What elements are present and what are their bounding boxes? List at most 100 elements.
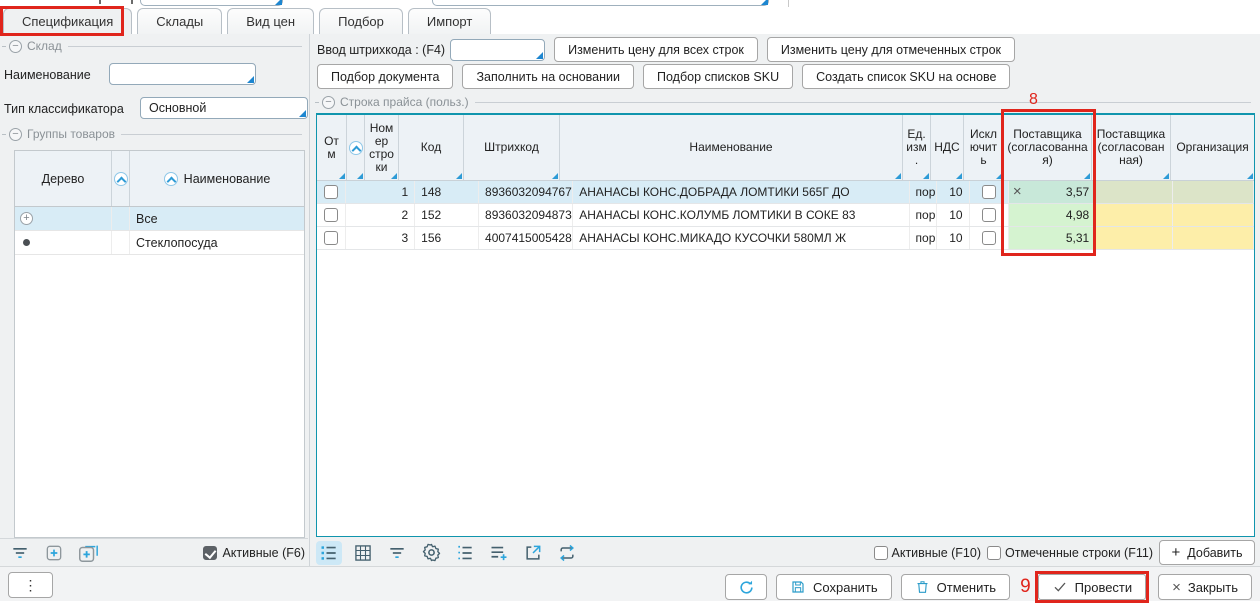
mark-cell[interactable] bbox=[317, 204, 346, 226]
collapse-icon[interactable]: − bbox=[9, 128, 22, 141]
vat-cell[interactable]: 10 bbox=[937, 204, 969, 226]
refresh-button[interactable] bbox=[725, 574, 767, 600]
header-row-number[interactable]: Номер строки bbox=[365, 115, 399, 180]
header-vat[interactable]: НДС bbox=[931, 115, 964, 180]
open-external-icon[interactable] bbox=[520, 541, 546, 565]
tree-row-all[interactable]: + Все bbox=[15, 207, 304, 231]
fill-on-basis-button[interactable]: Заполнить на основании bbox=[462, 64, 634, 89]
code-cell[interactable]: 156 bbox=[415, 227, 479, 249]
pick-sku-lists-button[interactable]: Подбор списков SKU bbox=[643, 64, 793, 89]
mark-cell[interactable] bbox=[317, 181, 346, 203]
filter-icon[interactable] bbox=[384, 541, 410, 565]
vat-cell[interactable]: 10 bbox=[937, 181, 969, 203]
reload-rows-icon[interactable] bbox=[554, 541, 580, 565]
grid-view-icon[interactable] bbox=[350, 541, 376, 565]
close-button[interactable]: × Закрыть bbox=[1158, 574, 1252, 600]
exclude-cell[interactable] bbox=[970, 227, 1009, 249]
tree-sort-column[interactable] bbox=[112, 151, 130, 206]
unit-cell[interactable]: пор bbox=[910, 181, 938, 203]
checkbox-icon[interactable] bbox=[874, 546, 888, 560]
header-supplier-agreed-1[interactable]: Поставщика (согласованная) bbox=[1004, 115, 1092, 180]
code-cell[interactable]: 152 bbox=[415, 204, 479, 226]
supplier-price-cell[interactable]: 5,31 bbox=[1009, 227, 1095, 249]
checkbox-icon[interactable] bbox=[987, 546, 1001, 560]
supplier-price-cell[interactable]: 4,98 bbox=[1009, 204, 1095, 226]
header-unit[interactable]: Ед. изм. bbox=[903, 115, 931, 180]
post-button[interactable]: Провести bbox=[1038, 574, 1147, 600]
header-organization[interactable]: Организация bbox=[1171, 115, 1254, 180]
expand-group-icon[interactable] bbox=[42, 542, 66, 564]
pick-document-button[interactable]: Подбор документа bbox=[317, 64, 453, 89]
change-price-marked-button[interactable]: Изменить цену для отмеченных строк bbox=[767, 37, 1015, 62]
supplier-price-cell[interactable]: ×3,57 bbox=[1009, 181, 1095, 203]
header-exclude[interactable]: Исключить bbox=[964, 115, 1004, 180]
barcode-cell[interactable]: 8936032094873 bbox=[479, 204, 573, 226]
supplier-price-2-cell[interactable] bbox=[1095, 204, 1172, 226]
header-barcode[interactable]: Штрихкод bbox=[464, 115, 560, 180]
row-number-cell[interactable]: 1 bbox=[346, 181, 415, 203]
create-sku-list-button[interactable]: Создать список SKU на основе bbox=[802, 64, 1010, 89]
name-cell[interactable]: АНАНАСЫ КОНС.КОЛУМБ ЛОМТИКИ В СОКЕ 83 bbox=[573, 204, 909, 226]
row-number-cell[interactable]: 2 bbox=[346, 204, 415, 226]
classifier-select[interactable]: Основной bbox=[140, 97, 308, 119]
name-cell[interactable]: АНАНАСЫ КОНС.МИКАДО КУСОЧКИ 580МЛ Ж bbox=[573, 227, 909, 249]
header-code[interactable]: Код bbox=[399, 115, 464, 180]
collapse-icon[interactable]: − bbox=[9, 40, 22, 53]
exclude-cell[interactable] bbox=[970, 181, 1009, 203]
name-cell[interactable]: АНАНАСЫ КОНС.ДОБРАДА ЛОМТИКИ 565Г ДО bbox=[573, 181, 909, 203]
table-row[interactable]: 3 156 4007415005428 АНАНАСЫ КОНС.МИКАДО … bbox=[317, 227, 1254, 250]
checkbox-icon[interactable] bbox=[982, 185, 996, 199]
barcode-input[interactable] bbox=[450, 39, 545, 61]
save-button[interactable]: Сохранить bbox=[776, 574, 892, 600]
checkbox-icon[interactable] bbox=[324, 208, 338, 222]
tree-name-cell[interactable]: Стеклопосуда bbox=[130, 231, 304, 254]
unit-cell[interactable]: пор bbox=[910, 227, 938, 249]
marked-rows-f11-toggle[interactable]: Отмеченные строки (F11) bbox=[987, 546, 1153, 560]
tab-specification[interactable]: Спецификация bbox=[3, 8, 132, 34]
vat-cell[interactable]: 10 bbox=[937, 227, 969, 249]
collapse-icon[interactable]: − bbox=[322, 96, 335, 109]
exclude-cell[interactable] bbox=[970, 204, 1009, 226]
cancel-button[interactable]: Отменить bbox=[901, 574, 1010, 600]
filter-icon[interactable] bbox=[8, 542, 32, 564]
tab-import[interactable]: Импорт bbox=[408, 8, 491, 34]
checkbox-icon[interactable] bbox=[324, 185, 338, 199]
name-column-header[interactable]: Наименование bbox=[130, 151, 304, 206]
tab-selection[interactable]: Подбор bbox=[319, 8, 403, 34]
settings-gear-icon[interactable] bbox=[418, 541, 444, 565]
tree-name-cell[interactable]: Все bbox=[130, 207, 304, 230]
checkbox-checked-icon[interactable] bbox=[203, 546, 217, 560]
tab-warehouses[interactable]: Склады bbox=[137, 8, 222, 34]
checkbox-icon[interactable] bbox=[324, 231, 338, 245]
tab-price-type[interactable]: Вид цен bbox=[227, 8, 314, 34]
tree-column-header[interactable]: Дерево bbox=[15, 151, 112, 206]
header-otm[interactable]: Отм bbox=[317, 115, 347, 180]
tree-node-cell[interactable] bbox=[15, 231, 112, 254]
barcode-cell[interactable]: 8936032094767 bbox=[479, 181, 573, 203]
organization-cell[interactable] bbox=[1173, 227, 1254, 249]
row-number-cell[interactable]: 3 bbox=[346, 227, 415, 249]
change-price-all-button[interactable]: Изменить цену для всех строк bbox=[554, 37, 758, 62]
expand-node-icon[interactable]: + bbox=[20, 212, 33, 225]
table-row[interactable]: 2 152 8936032094873 АНАНАСЫ КОНС.КОЛУМБ … bbox=[317, 204, 1254, 227]
list-view-icon[interactable] bbox=[316, 541, 342, 565]
checkbox-icon[interactable] bbox=[982, 208, 996, 222]
organization-cell[interactable] bbox=[1173, 181, 1254, 203]
header-sort[interactable] bbox=[347, 115, 365, 180]
supplier-price-2-cell[interactable] bbox=[1095, 181, 1172, 203]
clear-x-icon[interactable]: × bbox=[1013, 183, 1022, 201]
checkbox-icon[interactable] bbox=[982, 231, 996, 245]
add-row-button[interactable]: + Добавить bbox=[1159, 540, 1255, 565]
tree-row-glassware[interactable]: Стеклопосуда bbox=[15, 231, 304, 255]
more-menu-button[interactable]: ⋮ bbox=[8, 572, 53, 598]
numbered-list-icon[interactable] bbox=[452, 541, 478, 565]
mark-cell[interactable] bbox=[317, 227, 346, 249]
organization-cell[interactable] bbox=[1173, 204, 1254, 226]
name-input[interactable] bbox=[109, 63, 256, 85]
tree-node-cell[interactable]: + bbox=[15, 207, 112, 230]
add-rows-icon[interactable] bbox=[486, 541, 512, 565]
barcode-cell[interactable]: 4007415005428 bbox=[479, 227, 573, 249]
table-row[interactable]: 1 148 8936032094767 АНАНАСЫ КОНС.ДОБРАДА… bbox=[317, 181, 1254, 204]
unit-cell[interactable]: пор bbox=[910, 204, 938, 226]
active-f6-toggle[interactable]: Активные (F6) bbox=[203, 546, 305, 560]
